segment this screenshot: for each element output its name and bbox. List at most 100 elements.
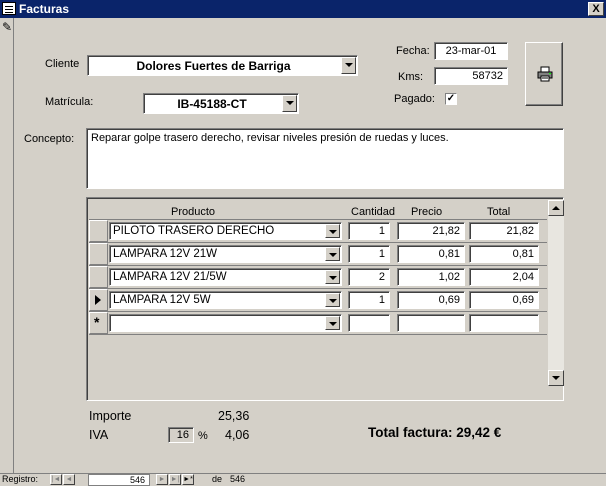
col-header-total: Total bbox=[487, 206, 511, 218]
printer-icon bbox=[537, 66, 553, 82]
cliente-value: Dolores Fuertes de Barriga bbox=[136, 59, 291, 73]
registro-label: Registro: bbox=[2, 474, 39, 484]
record-navigation-bar: Registro: |◄ ◄ 546 ► ►| ►* de 546 bbox=[0, 473, 606, 486]
cantidad-value: 1 bbox=[378, 294, 385, 306]
total-value: 0,69 bbox=[512, 294, 534, 306]
title-bar: Facturas X bbox=[0, 0, 606, 18]
product-value: LAMPARA 12V 21/5W bbox=[113, 271, 227, 283]
row-divider bbox=[89, 334, 547, 335]
close-button[interactable]: X bbox=[588, 2, 604, 16]
first-record-button[interactable]: |◄ bbox=[50, 474, 62, 485]
concepto-label: Concepto: bbox=[24, 133, 75, 145]
next-record-button[interactable]: ► bbox=[156, 474, 168, 485]
previous-record-button[interactable]: ◄ bbox=[63, 474, 75, 485]
precio-value: 0,81 bbox=[438, 248, 460, 260]
matricula-combo[interactable]: IB-45188-CT bbox=[143, 93, 299, 114]
precio-field[interactable]: 0,81 bbox=[397, 245, 465, 263]
product-combo[interactable]: PILOTO TRASERO DERECHO bbox=[109, 222, 342, 240]
kms-label: Kms: bbox=[398, 71, 424, 83]
total-field-new[interactable] bbox=[469, 314, 539, 332]
total-field[interactable]: 2,04 bbox=[469, 268, 539, 286]
total-field[interactable]: 21,82 bbox=[469, 222, 539, 240]
concepto-value: Reparar golpe trasero derecho, revisar n… bbox=[91, 132, 449, 144]
product-value: PILOTO TRASERO DERECHO bbox=[113, 225, 275, 237]
cantidad-field[interactable]: 2 bbox=[348, 268, 390, 286]
matricula-dropdown-button[interactable] bbox=[282, 95, 297, 112]
precio-field[interactable]: 1,02 bbox=[397, 268, 465, 286]
product-dropdown-button[interactable] bbox=[325, 270, 340, 284]
cliente-dropdown-button[interactable] bbox=[341, 57, 356, 74]
total-value: 0,81 bbox=[512, 248, 534, 260]
cliente-combo[interactable]: Dolores Fuertes de Barriga bbox=[87, 55, 358, 76]
print-button[interactable] bbox=[525, 42, 563, 106]
cantidad-value: 2 bbox=[378, 271, 385, 283]
precio-value: 0,69 bbox=[438, 294, 460, 306]
last-record-button[interactable]: ►| bbox=[169, 474, 181, 485]
col-header-producto: Producto bbox=[171, 206, 216, 218]
subform-scrollbar[interactable] bbox=[548, 200, 564, 386]
pencil-icon: ✎ bbox=[2, 20, 13, 34]
precio-field[interactable]: 0,69 bbox=[397, 291, 465, 309]
scroll-down-button[interactable] bbox=[548, 370, 564, 386]
cantidad-field[interactable]: 1 bbox=[348, 222, 390, 240]
product-dropdown-button[interactable] bbox=[325, 293, 340, 307]
invoice-lines-subform: Producto Cantidad Precio Total PILOTO TR… bbox=[86, 197, 564, 401]
product-dropdown-button[interactable] bbox=[325, 316, 340, 330]
cantidad-value: 1 bbox=[378, 225, 385, 237]
total-value: 2,04 bbox=[512, 271, 534, 283]
precio-value: 21,82 bbox=[432, 225, 460, 237]
matricula-value: IB-45188-CT bbox=[177, 97, 247, 111]
row-selector-new[interactable]: * bbox=[89, 312, 108, 334]
row-selector-current[interactable] bbox=[89, 289, 108, 311]
current-record-field[interactable]: 546 bbox=[88, 474, 150, 486]
of-label: de bbox=[212, 474, 223, 484]
form-icon bbox=[2, 2, 16, 15]
iva-rate-value: 16 bbox=[176, 429, 189, 441]
precio-field-new[interactable] bbox=[397, 314, 465, 332]
total-records: 546 bbox=[230, 474, 246, 484]
product-combo[interactable]: LAMPARA 12V 21W bbox=[109, 245, 342, 263]
new-record-button[interactable]: ►* bbox=[182, 474, 194, 485]
row-divider bbox=[89, 265, 547, 266]
cantidad-field-new[interactable] bbox=[348, 314, 390, 332]
product-value: LAMPARA 12V 21W bbox=[113, 248, 217, 260]
product-dropdown-button[interactable] bbox=[325, 247, 340, 261]
cantidad-field[interactable]: 1 bbox=[348, 245, 390, 263]
col-header-precio: Precio bbox=[411, 206, 443, 218]
concepto-memo[interactable]: Reparar golpe trasero derecho, revisar n… bbox=[86, 128, 564, 189]
row-divider bbox=[89, 219, 547, 220]
row-selector[interactable] bbox=[89, 266, 108, 288]
product-combo[interactable]: LAMPARA 12V 5W bbox=[109, 291, 342, 309]
col-header-cantidad: Cantidad bbox=[351, 206, 396, 218]
pagado-label: Pagado: bbox=[394, 93, 435, 105]
iva-rate-field[interactable]: 16 bbox=[168, 427, 194, 443]
product-combo[interactable]: LAMPARA 12V 21/5W bbox=[109, 268, 342, 286]
row-divider bbox=[89, 311, 547, 312]
kms-value: 58732 bbox=[472, 70, 503, 82]
total-factura: Total factura: 29,42 € bbox=[368, 425, 502, 440]
record-selector-edge bbox=[0, 18, 14, 473]
fecha-field[interactable]: 23-mar-01 bbox=[434, 42, 508, 60]
cantidad-field[interactable]: 1 bbox=[348, 291, 390, 309]
window-title: Facturas bbox=[19, 2, 70, 16]
row-divider bbox=[89, 288, 547, 289]
product-dropdown-button[interactable] bbox=[325, 224, 340, 238]
row-divider bbox=[89, 242, 547, 243]
product-value: LAMPARA 12V 5W bbox=[113, 294, 211, 306]
product-combo-new[interactable] bbox=[109, 314, 342, 332]
kms-field[interactable]: 58732 bbox=[434, 67, 508, 85]
pagado-checkbox[interactable]: ✓ bbox=[445, 93, 457, 105]
scroll-up-button[interactable] bbox=[548, 200, 564, 216]
precio-value: 1,02 bbox=[438, 271, 460, 283]
row-selector[interactable] bbox=[89, 220, 108, 242]
cliente-label: Cliente bbox=[45, 58, 80, 70]
row-selector[interactable] bbox=[89, 243, 108, 265]
iva-percent-sign: % bbox=[198, 430, 208, 442]
importe-value: 25,36 bbox=[218, 409, 250, 423]
total-field[interactable]: 0,69 bbox=[469, 291, 539, 309]
fecha-value: 23-mar-01 bbox=[445, 45, 497, 57]
precio-field[interactable]: 21,82 bbox=[397, 222, 465, 240]
total-field[interactable]: 0,81 bbox=[469, 245, 539, 263]
total-value: 21,82 bbox=[506, 225, 534, 237]
new-record-star-icon: * bbox=[94, 314, 100, 330]
